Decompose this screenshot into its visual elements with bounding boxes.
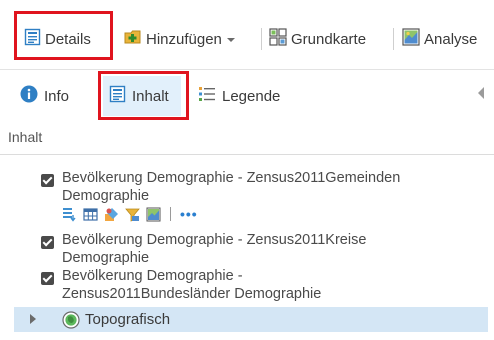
layer-visibility-checkbox[interactable] — [41, 272, 54, 285]
show-table-icon[interactable] — [62, 207, 77, 222]
layer-name-line2[interactable]: Demographie — [62, 188, 149, 204]
analysis-icon — [402, 28, 420, 50]
content-icon — [109, 85, 126, 107]
tools-divider — [170, 207, 171, 221]
basemap-button[interactable]: Grundkarte — [269, 24, 366, 54]
layer-tools: ••• — [62, 206, 198, 222]
analysis-button[interactable]: Analyse — [402, 24, 477, 54]
toolbar-divider — [261, 28, 262, 50]
divider — [0, 154, 494, 155]
more-options-icon[interactable]: ••• — [180, 207, 198, 221]
expand-arrow-icon[interactable] — [30, 314, 36, 324]
content-section-title: Inhalt — [8, 129, 43, 145]
collapse-panel-icon[interactable] — [478, 87, 484, 99]
details-icon — [24, 28, 41, 50]
add-layer-icon — [124, 28, 142, 50]
tab-content-label: Inhalt — [132, 87, 169, 105]
basemap-label: Grundkarte — [291, 30, 367, 48]
toolbar: Details Hinzufügen Grundkarte Analyse — [0, 0, 494, 70]
tab-legend-label: Legende — [222, 87, 281, 105]
layer-visibility-checkbox[interactable] — [41, 174, 54, 187]
layer-visibility-checkbox[interactable] — [41, 236, 54, 249]
add-button[interactable]: Hinzufügen — [124, 24, 236, 54]
details-button[interactable]: Details — [24, 24, 91, 54]
tab-info-label: Info — [44, 87, 70, 105]
details-label: Details — [45, 30, 91, 48]
legend-list-icon — [198, 85, 216, 107]
tab-content[interactable]: Inhalt — [103, 76, 181, 116]
layer-name-line2[interactable]: Zensus2011Bundesländer Demographie — [62, 286, 321, 302]
layer-name-line2[interactable]: Demographie — [62, 250, 149, 266]
toolbar-divider — [393, 28, 394, 50]
layer-name-line1[interactable]: Bevölkerung Demographie - — [62, 268, 243, 284]
analysis-label: Analyse — [424, 30, 478, 48]
basemap-layer-label: Topografisch — [85, 311, 171, 328]
tab-info[interactable]: Info — [16, 76, 73, 116]
chevron-down-icon — [226, 31, 236, 48]
layer-name-line1[interactable]: Bevölkerung Demographie - Zensus2011Krei… — [62, 232, 366, 248]
analysis-icon[interactable] — [146, 207, 161, 222]
basemap-layer-row[interactable]: Topografisch — [14, 307, 488, 332]
basemap-grid-icon — [269, 28, 287, 50]
change-style-icon[interactable] — [104, 207, 119, 222]
add-label: Hinzufügen — [146, 30, 222, 48]
table-icon[interactable] — [83, 207, 98, 222]
globe-icon — [62, 311, 80, 334]
layer-name-line1[interactable]: Bevölkerung Demographie - Zensus2011Geme… — [62, 170, 400, 186]
info-icon — [20, 85, 38, 107]
filter-icon[interactable] — [125, 207, 140, 222]
tab-legend[interactable]: Legende — [198, 76, 280, 116]
